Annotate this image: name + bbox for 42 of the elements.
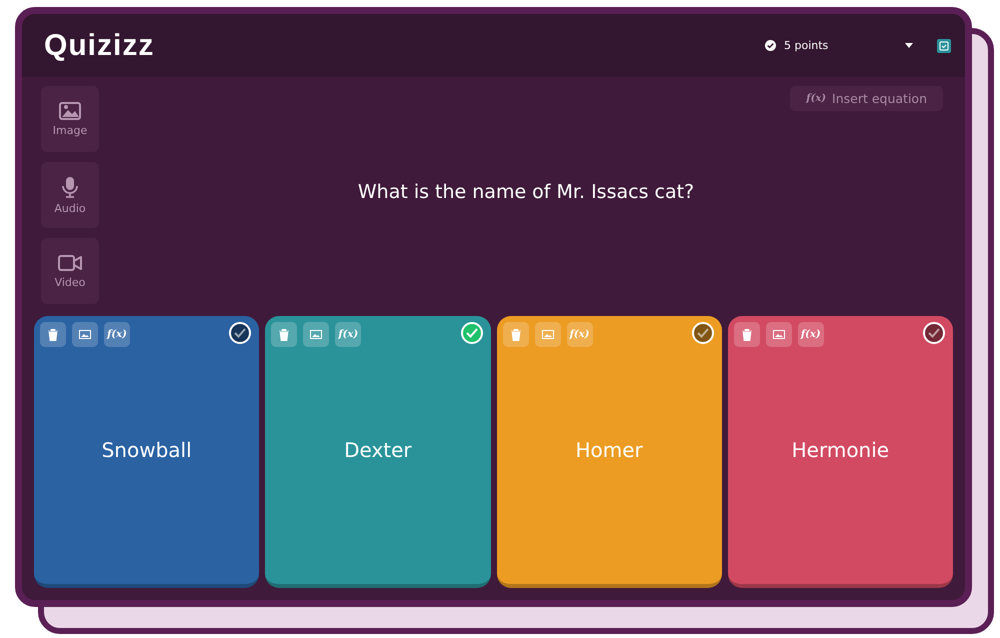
- checkmark-icon: [234, 328, 246, 338]
- image-icon: [59, 102, 81, 120]
- correct-answer-toggle[interactable]: [460, 322, 482, 344]
- check-circle-icon: [765, 40, 776, 51]
- image-icon: [542, 330, 554, 339]
- image-icon: [79, 330, 91, 339]
- video-button[interactable]: Video: [41, 238, 99, 304]
- formula-button[interactable]: f(x): [104, 322, 130, 347]
- delete-button[interactable]: [734, 322, 760, 347]
- microphone-icon: [62, 176, 78, 198]
- image-button[interactable]: Image: [41, 86, 99, 152]
- formula-button[interactable]: f(x): [798, 322, 824, 347]
- answer-text: Hermonie: [792, 438, 890, 462]
- image-button[interactable]: [72, 322, 98, 347]
- correct-answer-toggle[interactable]: [692, 322, 714, 344]
- insert-equation-button[interactable]: f(x) Insert equation: [790, 86, 943, 111]
- checkmark-icon: [466, 328, 478, 338]
- caret-icon[interactable]: [905, 43, 913, 48]
- trash-icon: [48, 328, 58, 340]
- formula-button[interactable]: f(x): [335, 322, 362, 347]
- video-camera-icon: [58, 254, 82, 272]
- audio-button[interactable]: Audio: [41, 162, 99, 228]
- delete-button[interactable]: [271, 322, 298, 347]
- correct-answer-toggle[interactable]: [229, 322, 252, 344]
- checkmark-icon: [928, 328, 940, 338]
- trash-icon: [279, 328, 290, 340]
- image-icon: [310, 330, 322, 339]
- image-button[interactable]: [766, 322, 792, 347]
- points-dropdown[interactable]: 5 points: [784, 39, 828, 52]
- logo: Quizizz: [44, 28, 154, 62]
- image-button[interactable]: [303, 322, 330, 347]
- checkbox-icon[interactable]: [937, 38, 951, 52]
- correct-answer-toggle[interactable]: [923, 322, 945, 344]
- delete-button[interactable]: [40, 322, 66, 347]
- checkmark-icon: [696, 328, 709, 338]
- question-text: What is the name of Mr. Issacs cat?: [356, 181, 696, 203]
- trash-icon: [510, 328, 520, 340]
- image-icon: [772, 330, 785, 339]
- answer-text: Dexter: [344, 438, 412, 462]
- answer-text: Snowball: [102, 438, 192, 462]
- answer-text: Homer: [575, 438, 643, 462]
- trash-icon: [742, 328, 752, 340]
